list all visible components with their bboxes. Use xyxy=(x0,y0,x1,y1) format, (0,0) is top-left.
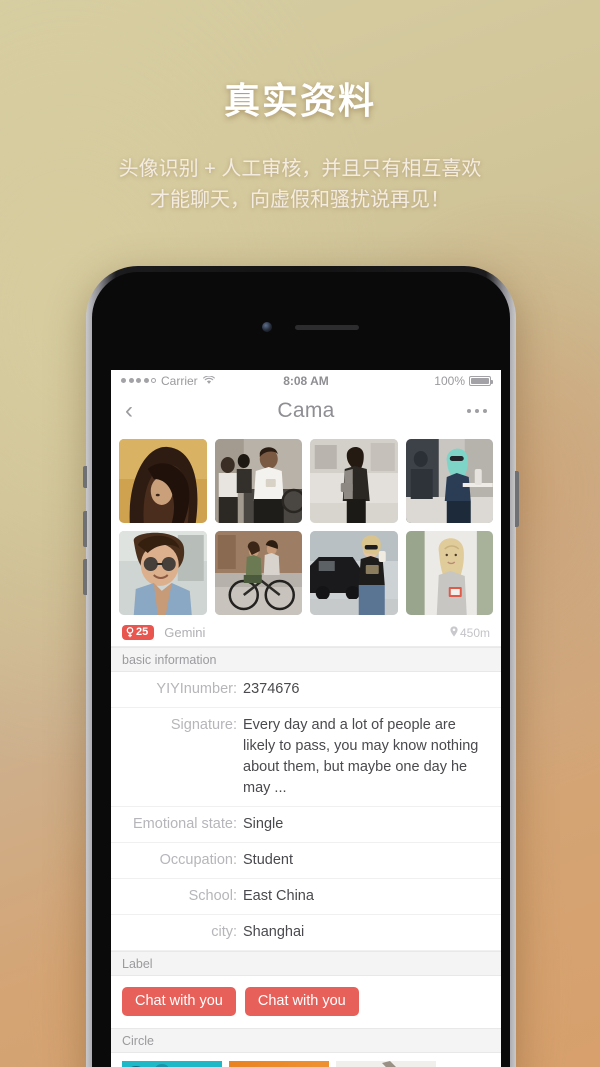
promo-subtitle-line-1: 头像识别 + 人工审核，并且只有相互喜欢 xyxy=(118,158,482,180)
info-value: Single xyxy=(243,816,284,832)
photo-6[interactable] xyxy=(214,531,302,615)
photo-grid xyxy=(111,431,501,619)
promo-header: 真实资料 头像识别 + 人工审核，并且只有相互喜欢 才能聊天，向虚假和骚扰说再见… xyxy=(0,0,600,216)
female-icon xyxy=(126,627,134,638)
distance-indicator: 450m xyxy=(450,626,490,640)
info-key: city: xyxy=(211,924,237,940)
info-row-yiyinumber: YIYInumber: 2374676 xyxy=(111,672,501,708)
info-row-emotional-state: Emotional state: Single xyxy=(111,807,501,843)
more-options-button[interactable] xyxy=(466,408,487,414)
photo-2[interactable] xyxy=(214,439,302,523)
circle-thumb-3[interactable] xyxy=(336,1061,436,1067)
volume-down-button[interactable] xyxy=(83,559,87,595)
volume-up-button[interactable] xyxy=(83,511,87,547)
label-tag[interactable]: Chat with you xyxy=(122,987,236,1016)
photo-5[interactable] xyxy=(119,531,207,615)
front-camera-icon xyxy=(262,322,272,332)
photo-7[interactable] xyxy=(310,531,398,615)
circle-thumb-2[interactable]: HE MARTIA xyxy=(229,1061,329,1067)
info-key: Emotional state: xyxy=(133,816,237,832)
info-key: Occupation: xyxy=(159,852,237,868)
phone-mockup: Carrier 8:08 AM 100% ‹ Cama 25 Gemini 45… xyxy=(83,266,519,1067)
info-value: Shanghai xyxy=(243,924,305,940)
info-row-occupation: Occupation: Student xyxy=(111,843,501,879)
phone-screen: Carrier 8:08 AM 100% ‹ Cama 25 Gemini 45… xyxy=(111,370,501,1067)
age-label: 25 xyxy=(136,626,149,638)
info-value: Every day and a lot of people are likely… xyxy=(243,717,479,796)
label-tag-list: Chat with you Chat with you xyxy=(111,976,501,1028)
circle-thumb-1[interactable] xyxy=(122,1061,222,1067)
promo-subtitle: 头像识别 + 人工审核，并且只有相互喜欢 才能聊天，向虚假和骚扰说再见！ xyxy=(0,154,600,216)
battery-percent-label: 100% xyxy=(434,373,465,388)
page-title: 真实资料 xyxy=(223,80,376,121)
info-value: 2374676 xyxy=(243,681,300,697)
gender-age-badge: 25 xyxy=(122,625,155,640)
photo-3[interactable] xyxy=(310,439,398,523)
nav-title: Cama xyxy=(277,399,335,422)
distance-label: 450m xyxy=(459,625,490,640)
label-tag[interactable]: Chat with you xyxy=(244,987,359,1016)
nav-bar: ‹ Cama xyxy=(111,391,501,431)
info-row-signature: Signature: Every day and a lot of people… xyxy=(111,708,501,807)
status-bar-right: 100% xyxy=(434,373,493,388)
info-row-city: city: Shanghai xyxy=(111,915,501,951)
location-pin-icon xyxy=(450,625,458,640)
silent-switch-button[interactable] xyxy=(83,466,87,488)
profile-meta-row: 25 Gemini 450m xyxy=(111,619,501,647)
info-key: School: xyxy=(188,888,237,904)
status-bar: Carrier 8:08 AM 100% xyxy=(111,370,501,391)
phone-top-bezel xyxy=(111,272,491,370)
info-value: Student xyxy=(243,852,293,868)
promo-subtitle-line-2: 才能聊天，向虚假和骚扰说再见！ xyxy=(150,189,450,211)
photo-1[interactable] xyxy=(119,439,207,523)
info-value: East China xyxy=(243,888,314,904)
zodiac-label: Gemini xyxy=(164,625,206,640)
info-key: YIYInumber: xyxy=(156,681,237,697)
photo-8[interactable] xyxy=(405,531,493,615)
earpiece-speaker xyxy=(295,325,359,330)
power-button[interactable] xyxy=(515,471,519,527)
section-header-basic-information: basic information xyxy=(111,647,501,672)
circle-thumbnail-list: HE MARTIA xyxy=(111,1053,501,1067)
photo-4[interactable] xyxy=(405,439,493,523)
phone-bezel: Carrier 8:08 AM 100% ‹ Cama 25 Gemini 45… xyxy=(92,272,510,1067)
info-row-school: School: East China xyxy=(111,879,501,915)
section-header-circle: Circle xyxy=(111,1028,501,1053)
section-header-label: Label xyxy=(111,951,501,976)
battery-icon xyxy=(469,375,493,386)
info-key: Signature: xyxy=(170,717,237,733)
